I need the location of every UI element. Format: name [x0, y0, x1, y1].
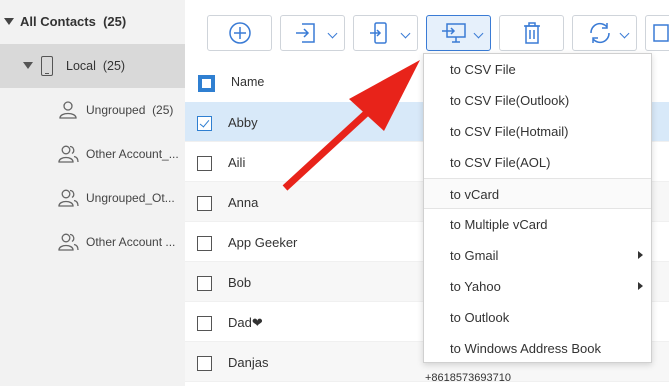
contact-name: Bob	[228, 275, 252, 290]
contact-name: Aili	[228, 155, 246, 170]
import-button[interactable]	[280, 15, 345, 51]
group-icon	[58, 145, 79, 163]
import-icon	[296, 23, 315, 43]
sidebar-item-label: Other Account ...	[86, 235, 176, 249]
menu-item-gmail[interactable]: to Gmail	[424, 240, 651, 271]
person-icon	[59, 101, 77, 119]
select-all-checkbox[interactable]	[198, 75, 215, 92]
export-to-computer-button[interactable]	[426, 15, 491, 51]
chevron-down-icon	[473, 28, 484, 39]
refresh-button[interactable]	[572, 15, 637, 51]
more-button[interactable]	[645, 15, 669, 51]
sidebar-item-all-contacts[interactable]: All Contacts (25)	[0, 0, 185, 44]
contact-phone: +8618573693710	[425, 372, 511, 384]
sidebar-item-other-account-2[interactable]: Other Account ...	[0, 220, 185, 264]
group-icon	[58, 233, 79, 251]
sidebar-item-ungrouped-other[interactable]: Ungrouped_Ot...	[0, 176, 185, 220]
sidebar-item-local[interactable]: Local (25)	[0, 44, 185, 88]
menu-item-csv-aol[interactable]: to CSV File(AOL)	[424, 147, 651, 178]
sidebar: All Contacts (25) Local (25) Ungrouped (…	[0, 0, 185, 386]
monitor-export-icon	[442, 23, 466, 43]
contact-name: App Geeker	[228, 235, 298, 250]
partial-icon	[653, 24, 669, 42]
plus-circle-icon	[229, 22, 251, 44]
export-to-device-button[interactable]	[353, 15, 418, 51]
row-checkbox[interactable]	[197, 196, 212, 211]
sidebar-item-label: Local (25)	[66, 59, 126, 73]
phone-icon	[41, 56, 53, 76]
menu-item-csv[interactable]: to CSV File	[424, 54, 651, 85]
row-checkbox[interactable]	[197, 316, 212, 331]
collapse-triangle-icon[interactable]	[23, 62, 33, 69]
group-icon	[58, 189, 79, 207]
menu-item-csv-outlook[interactable]: to CSV File(Outlook)	[424, 85, 651, 116]
menu-item-csv-hotmail[interactable]: to CSV File(Hotmail)	[424, 116, 651, 147]
row-checkbox[interactable]	[197, 156, 212, 171]
sidebar-item-label: Ungrouped_Ot...	[86, 191, 175, 205]
submenu-arrow-icon	[638, 282, 643, 290]
sidebar-item-other-account-1[interactable]: Other Account_...	[0, 132, 185, 176]
refresh-icon	[590, 22, 610, 44]
sidebar-item-ungrouped[interactable]: Ungrouped (25)	[0, 88, 185, 132]
sidebar-item-label: All Contacts (25)	[20, 14, 127, 29]
row-checkbox[interactable]	[197, 236, 212, 251]
chevron-down-icon	[400, 28, 411, 39]
menu-item-vcard[interactable]: to vCard	[424, 178, 651, 209]
chevron-down-icon	[619, 28, 630, 39]
phone-export-icon	[370, 22, 387, 44]
contact-name: Dad❤	[228, 315, 263, 330]
submenu-arrow-icon	[638, 251, 643, 259]
menu-item-windows-address-book[interactable]: to Windows Address Book	[424, 333, 651, 364]
chevron-down-icon	[327, 28, 338, 39]
trash-icon	[524, 22, 540, 44]
row-checkbox[interactable]	[197, 116, 212, 131]
add-contact-button[interactable]	[207, 15, 272, 51]
contact-name: Danjas	[228, 355, 269, 370]
column-header-name[interactable]: Name	[231, 75, 264, 89]
menu-item-yahoo[interactable]: to Yahoo	[424, 271, 651, 302]
delete-button[interactable]	[499, 15, 564, 51]
export-dropdown-menu: to CSV File to CSV File(Outlook) to CSV …	[423, 53, 652, 363]
contact-name: Abby	[228, 115, 258, 130]
row-checkbox[interactable]	[197, 356, 212, 371]
row-checkbox[interactable]	[197, 276, 212, 291]
menu-item-outlook[interactable]: to Outlook	[424, 302, 651, 333]
collapse-triangle-icon[interactable]	[4, 18, 14, 25]
sidebar-item-label: Other Account_...	[86, 147, 179, 161]
menu-item-multiple-vcard[interactable]: to Multiple vCard	[424, 209, 651, 240]
contact-name: Anna	[228, 195, 259, 210]
sidebar-item-label: Ungrouped (25)	[86, 103, 174, 117]
